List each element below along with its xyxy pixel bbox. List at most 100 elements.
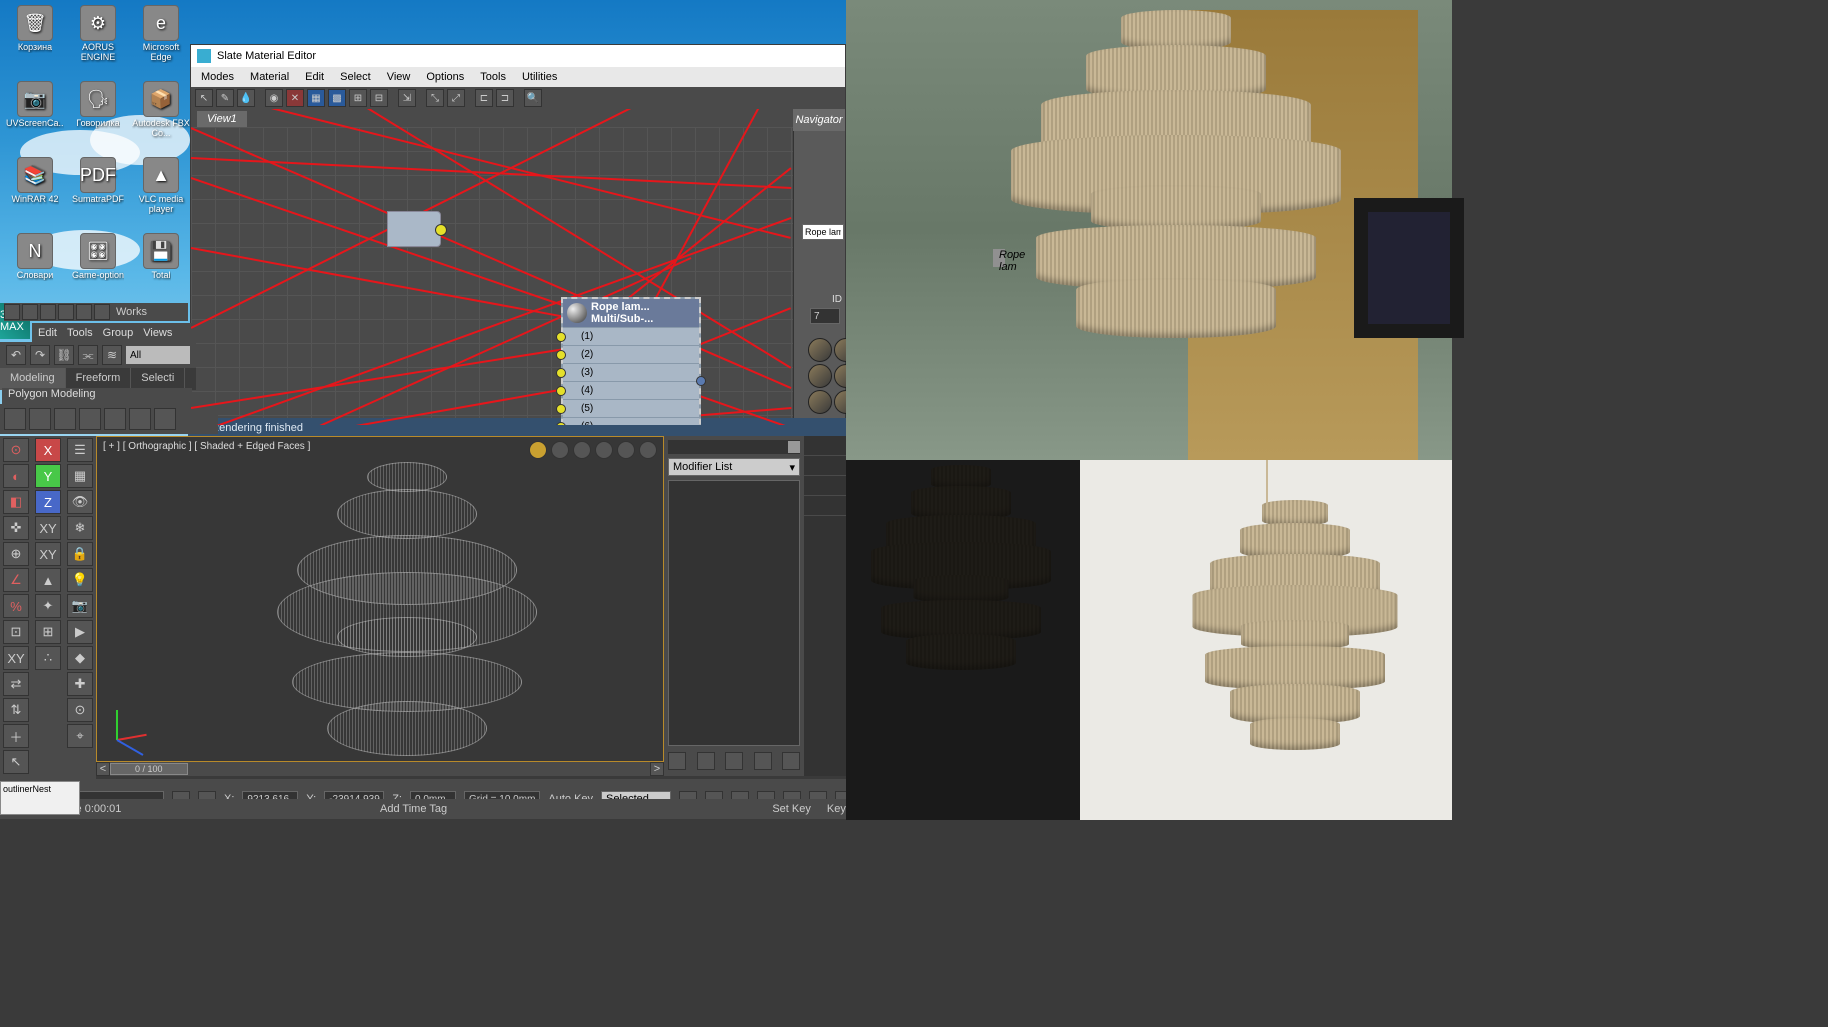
desktop-icon[interactable]: 💾Total xyxy=(131,233,191,305)
show-end-tool[interactable]: ▩ xyxy=(328,89,346,107)
particle-tool[interactable]: ∴ xyxy=(35,646,61,670)
undo-qat[interactable] xyxy=(58,304,74,320)
ribbon-tool[interactable] xyxy=(29,408,51,430)
plus-tool[interactable]: ＋ xyxy=(3,724,29,748)
modifier-list-combo[interactable]: Modifier List▾ xyxy=(668,458,800,476)
undo-button[interactable]: ↶ xyxy=(6,345,26,365)
select-children[interactable]: ⊏ xyxy=(475,89,493,107)
delete-tool[interactable]: ✕ xyxy=(286,89,304,107)
show-end-button[interactable] xyxy=(697,752,715,770)
iso-tool[interactable]: ▦ xyxy=(67,464,93,488)
menu-item[interactable]: Modes xyxy=(195,69,240,85)
ribbon-tool[interactable] xyxy=(4,408,26,430)
axis-z-button[interactable]: Z xyxy=(35,490,61,514)
remove-mod-button[interactable] xyxy=(754,752,772,770)
material-swatch[interactable] xyxy=(808,364,832,388)
add-time-tag-button[interactable]: Add Time Tag xyxy=(380,803,447,815)
grid2-tool[interactable]: ⊟ xyxy=(370,89,388,107)
vp-btn[interactable] xyxy=(595,441,613,459)
menu-item[interactable]: Tools xyxy=(474,69,512,85)
snap-face-tool[interactable]: ◧ xyxy=(3,490,29,514)
mirror-y-tool[interactable]: ⇅ xyxy=(3,698,29,722)
zoom-tool[interactable]: 🔍 xyxy=(524,89,542,107)
desktop-icon[interactable]: NСловари xyxy=(5,233,65,305)
input-socket[interactable] xyxy=(556,386,566,396)
desktop-icon[interactable]: 📚WinRAR 42 xyxy=(5,157,65,229)
menu-item[interactable]: Select xyxy=(334,69,377,85)
pointer-tool[interactable]: ↖ xyxy=(195,89,213,107)
desktop-icon[interactable]: ⚙AORUS ENGINE xyxy=(68,5,128,77)
assign-material[interactable]: ◉ xyxy=(265,89,283,107)
desktop-icon[interactable]: 🗑Корзина xyxy=(5,5,65,77)
render-tool[interactable]: ▶ xyxy=(67,620,93,644)
mirror-x-tool[interactable]: ⇄ xyxy=(3,672,29,696)
light-tool[interactable]: 💡 xyxy=(67,568,93,592)
input-socket[interactable] xyxy=(556,368,566,378)
menu-item[interactable]: Options xyxy=(420,69,470,85)
time-slider-thumb[interactable]: 0 / 100 xyxy=(110,763,188,775)
redo-button[interactable]: ↷ xyxy=(30,345,50,365)
material-slot[interactable]: (6) xyxy=(563,417,699,425)
desktop-icon[interactable]: eMicrosoft Edge xyxy=(131,5,191,77)
snap-grid-tool[interactable]: ✜ xyxy=(3,516,29,540)
modifier-stack[interactable] xyxy=(668,480,800,746)
hide-tool[interactable]: 👁 xyxy=(67,490,93,514)
desktop-icon[interactable]: PDFSumatraPDF xyxy=(68,157,128,229)
menu-item[interactable]: Edit xyxy=(38,327,57,339)
snap-percent-tool[interactable]: % xyxy=(3,594,29,618)
align-tool[interactable]: ▲ xyxy=(35,568,61,592)
time-slider[interactable]: < 0 / 100 > xyxy=(96,762,664,776)
workspace-label[interactable]: Works xyxy=(116,306,147,318)
select-tree[interactable]: ⊐ xyxy=(496,89,514,107)
scatter-tool[interactable]: ✦ xyxy=(35,594,61,618)
desktop-icon[interactable]: 🎛Game-option xyxy=(68,233,128,305)
input-socket[interactable] xyxy=(556,404,566,414)
rope-material-tab[interactable]: Rope lam xyxy=(993,249,1005,267)
material-slot[interactable]: (3) xyxy=(563,363,699,381)
extra-tool4[interactable]: ⌖ xyxy=(67,724,93,748)
link-button[interactable]: ⛓ xyxy=(54,345,74,365)
extra-tool2[interactable]: ✚ xyxy=(67,672,93,696)
arrange-tool[interactable]: ⤡ xyxy=(426,89,444,107)
material-slot[interactable]: (2) xyxy=(563,345,699,363)
ribbon-tool[interactable] xyxy=(154,408,176,430)
snap-edge-tool[interactable]: ◐ xyxy=(3,464,29,488)
prev-frame-button[interactable]: < xyxy=(96,762,110,776)
array-tool[interactable]: ⊞ xyxy=(35,620,61,644)
material-swatch[interactable] xyxy=(808,338,832,362)
vp-btn[interactable] xyxy=(639,441,657,459)
material-swatch[interactable] xyxy=(808,390,832,414)
unlink-button[interactable]: ⫘ xyxy=(78,345,98,365)
ribbon-tool[interactable] xyxy=(54,408,76,430)
extra-tool1[interactable]: ◆ xyxy=(67,646,93,670)
save-file-button[interactable] xyxy=(40,304,56,320)
slate-titlebar[interactable]: Slate Material Editor xyxy=(191,45,845,67)
viewport-label[interactable]: [ + ] [ Orthographic ] [ Shaded + Edged … xyxy=(103,441,310,452)
menu-item[interactable]: Views xyxy=(143,327,172,339)
snap-pivot-tool[interactable]: ⊕ xyxy=(3,542,29,566)
ribbon-tool[interactable] xyxy=(129,408,151,430)
input-socket[interactable] xyxy=(556,422,566,425)
ribbon-tool[interactable] xyxy=(79,408,101,430)
input-socket[interactable] xyxy=(556,350,566,360)
menu-item[interactable]: Tools xyxy=(67,327,93,339)
desktop-icon[interactable]: 🗣Говорилка xyxy=(68,81,128,153)
project-button[interactable] xyxy=(94,304,110,320)
axis-x-button[interactable]: X xyxy=(35,438,61,462)
desktop-icon[interactable]: ▲VLC media player xyxy=(131,157,191,229)
configure-button[interactable] xyxy=(782,752,800,770)
material-slot[interactable]: (4) xyxy=(563,381,699,399)
snap-vertex-tool[interactable]: ⊙ xyxy=(3,438,29,462)
collapsed-node[interactable] xyxy=(387,211,441,247)
pointer-tool2[interactable]: ↖ xyxy=(3,750,29,774)
material-name-input[interactable] xyxy=(802,224,844,240)
list-tool[interactable]: ☰ xyxy=(67,438,93,462)
desktop-icon[interactable]: 📷UVScreenCa... xyxy=(5,81,65,153)
xy-tool[interactable]: XY xyxy=(3,646,29,670)
menu-item[interactable]: Utilities xyxy=(516,69,563,85)
vp-btn[interactable] xyxy=(573,441,591,459)
layout-tool[interactable]: ⇲ xyxy=(398,89,416,107)
lock-tool[interactable]: 🔒 xyxy=(67,542,93,566)
object-color-swatch[interactable] xyxy=(788,441,800,453)
axis-xy2-button[interactable]: XY xyxy=(35,542,61,566)
